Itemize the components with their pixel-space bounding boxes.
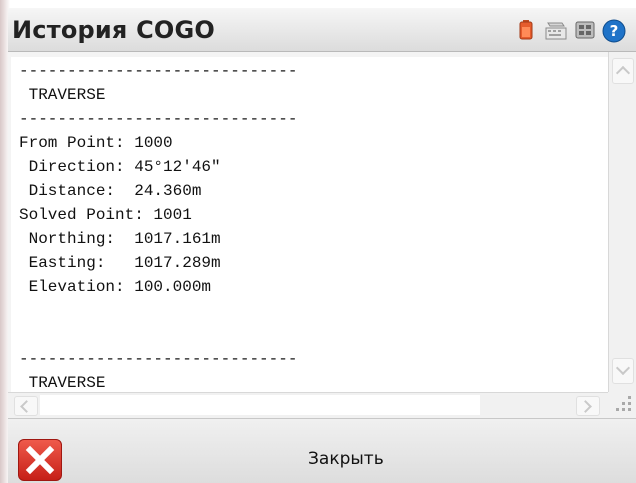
- size-grip[interactable]: [608, 392, 636, 418]
- close-button[interactable]: Закрыть: [308, 449, 384, 469]
- title-bar: История COGO ?: [8, 8, 636, 52]
- horizontal-scrollbar[interactable]: [8, 392, 608, 418]
- history-panel: ----------------------------- TRAVERSE -…: [8, 52, 636, 418]
- history-text-area[interactable]: ----------------------------- TRAVERSE -…: [11, 57, 611, 392]
- scroll-down-button[interactable]: [612, 358, 634, 384]
- close-icon[interactable]: [18, 439, 62, 481]
- svg-text:?: ?: [610, 22, 619, 40]
- scroll-left-button[interactable]: [14, 396, 38, 416]
- scroll-up-button[interactable]: [612, 58, 634, 84]
- vertical-scrollbar[interactable]: [608, 52, 636, 392]
- history-text: ----------------------------- TRAVERSE -…: [19, 62, 298, 392]
- scroll-right-button[interactable]: [576, 396, 600, 416]
- battery-icon[interactable]: [516, 19, 536, 41]
- window-title: История COGO: [12, 16, 215, 44]
- grid-icon[interactable]: [574, 19, 595, 41]
- keyboard-icon[interactable]: [544, 19, 567, 41]
- help-icon[interactable]: ?: [602, 19, 626, 43]
- bottom-command-bar: Закрыть: [8, 418, 636, 483]
- horizontal-scroll-thumb[interactable]: [40, 395, 480, 415]
